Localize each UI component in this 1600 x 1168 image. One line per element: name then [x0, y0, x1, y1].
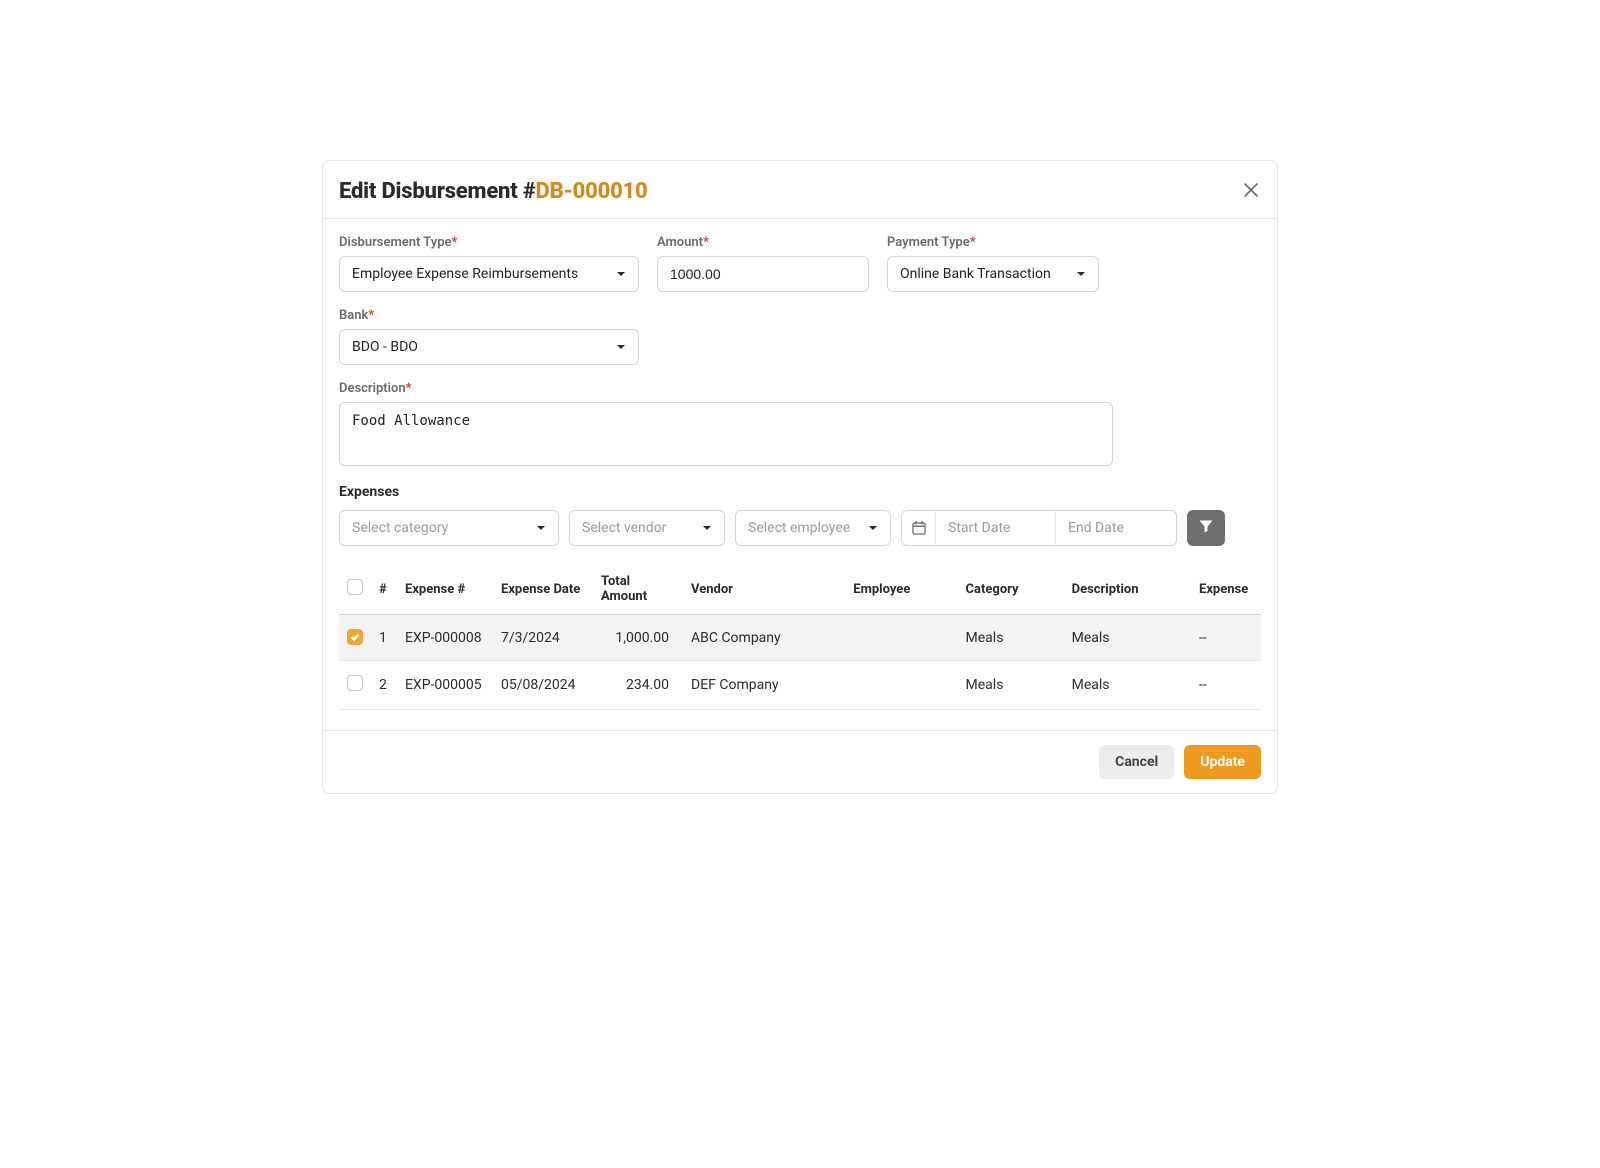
bank-label: Bank* [339, 308, 639, 323]
row-checkbox[interactable] [347, 675, 363, 691]
disbursement-type-label: Disbursement Type* [339, 235, 639, 250]
amount-input[interactable] [657, 256, 869, 292]
apply-filter-button[interactable] [1187, 510, 1225, 546]
expenses-table: # Expense # Expense Date Total Amount Ve… [339, 564, 1261, 710]
select-all-checkbox[interactable] [347, 579, 363, 595]
col-employee: Employee [845, 564, 957, 615]
cell-amount: 1,000.00 [593, 615, 683, 661]
col-vendor: Vendor [683, 564, 845, 615]
disbursement-id: DB-000010 [536, 179, 648, 204]
dialog-footer: Cancel Update [323, 730, 1277, 793]
caret-down-icon [616, 342, 626, 352]
filter-category-select[interactable]: Select category [339, 510, 559, 546]
cell-description: Meals [1064, 661, 1191, 710]
cell-description: Meals [1064, 615, 1191, 661]
close-icon [1244, 182, 1258, 201]
cell-employee [845, 615, 957, 661]
bank-select[interactable]: BDO - BDO [339, 329, 639, 365]
expense-filters: Select category Select vendor Select emp… [339, 510, 1261, 546]
col-expense: Expense [1191, 564, 1261, 615]
edit-disbursement-dialog: Edit Disbursement #DB-000010 Disbursemen… [322, 160, 1278, 794]
calendar-icon [902, 511, 936, 545]
cell-date: 05/08/2024 [493, 661, 593, 710]
col-expense-num: Expense # [397, 564, 493, 615]
cell-vendor: DEF Company [683, 661, 845, 710]
cell-employee [845, 661, 957, 710]
title-prefix: Edit Disbursement # [339, 179, 536, 204]
amount-field: Amount* [657, 235, 869, 292]
cell-num: 2 [371, 661, 397, 710]
cell-expense-num: EXP-000005 [397, 661, 493, 710]
disbursement-type-select[interactable]: Employee Expense Reimbursements [339, 256, 639, 292]
filter-vendor-select[interactable]: Select vendor [569, 510, 725, 546]
col-category: Category [958, 564, 1064, 615]
col-num: # [371, 564, 397, 615]
dialog-title: Edit Disbursement #DB-000010 [339, 179, 648, 204]
update-button[interactable]: Update [1184, 745, 1261, 779]
description-field: Description* [339, 381, 1113, 466]
disbursement-type-field: Disbursement Type* Employee Expense Reim… [339, 235, 639, 292]
cell-vendor: ABC Company [683, 615, 845, 661]
funnel-icon [1198, 518, 1214, 538]
cancel-button[interactable]: Cancel [1099, 745, 1174, 779]
cell-category: Meals [958, 615, 1064, 661]
cell-expense: -- [1191, 661, 1261, 710]
col-description: Description [1064, 564, 1191, 615]
date-range: Start Date End Date [901, 510, 1177, 546]
cell-date: 7/3/2024 [493, 615, 593, 661]
description-textarea[interactable] [339, 402, 1113, 466]
amount-label: Amount* [657, 235, 869, 250]
table-row: 2 EXP-000005 05/08/2024 234.00 DEF Compa… [339, 661, 1261, 710]
expenses-section-label: Expenses [339, 484, 1261, 500]
caret-down-icon [1076, 269, 1086, 279]
caret-down-icon [536, 523, 546, 533]
cell-expense-num: EXP-000008 [397, 615, 493, 661]
dialog-header: Edit Disbursement #DB-000010 [323, 161, 1277, 219]
payment-type-select[interactable]: Online Bank Transaction [887, 256, 1099, 292]
caret-down-icon [616, 269, 626, 279]
bank-field: Bank* BDO - BDO [339, 308, 639, 365]
table-row: 1 EXP-000008 7/3/2024 1,000.00 ABC Compa… [339, 615, 1261, 661]
payment-type-field: Payment Type* Online Bank Transaction [887, 235, 1099, 292]
filter-employee-select[interactable]: Select employee [735, 510, 891, 546]
row-checkbox[interactable] [347, 629, 363, 645]
cell-category: Meals [958, 661, 1064, 710]
description-label: Description* [339, 381, 1113, 396]
cell-num: 1 [371, 615, 397, 661]
caret-down-icon [702, 523, 712, 533]
cell-expense: -- [1191, 615, 1261, 661]
caret-down-icon [868, 523, 878, 533]
close-button[interactable] [1241, 182, 1261, 202]
table-header-row: # Expense # Expense Date Total Amount Ve… [339, 564, 1261, 615]
col-total-amount: Total Amount [593, 564, 683, 615]
start-date-input[interactable]: Start Date [936, 511, 1056, 545]
col-expense-date: Expense Date [493, 564, 593, 615]
cell-amount: 234.00 [593, 661, 683, 710]
payment-type-label: Payment Type* [887, 235, 1099, 250]
end-date-input[interactable]: End Date [1056, 511, 1176, 545]
dialog-body: Disbursement Type* Employee Expense Reim… [323, 219, 1277, 730]
